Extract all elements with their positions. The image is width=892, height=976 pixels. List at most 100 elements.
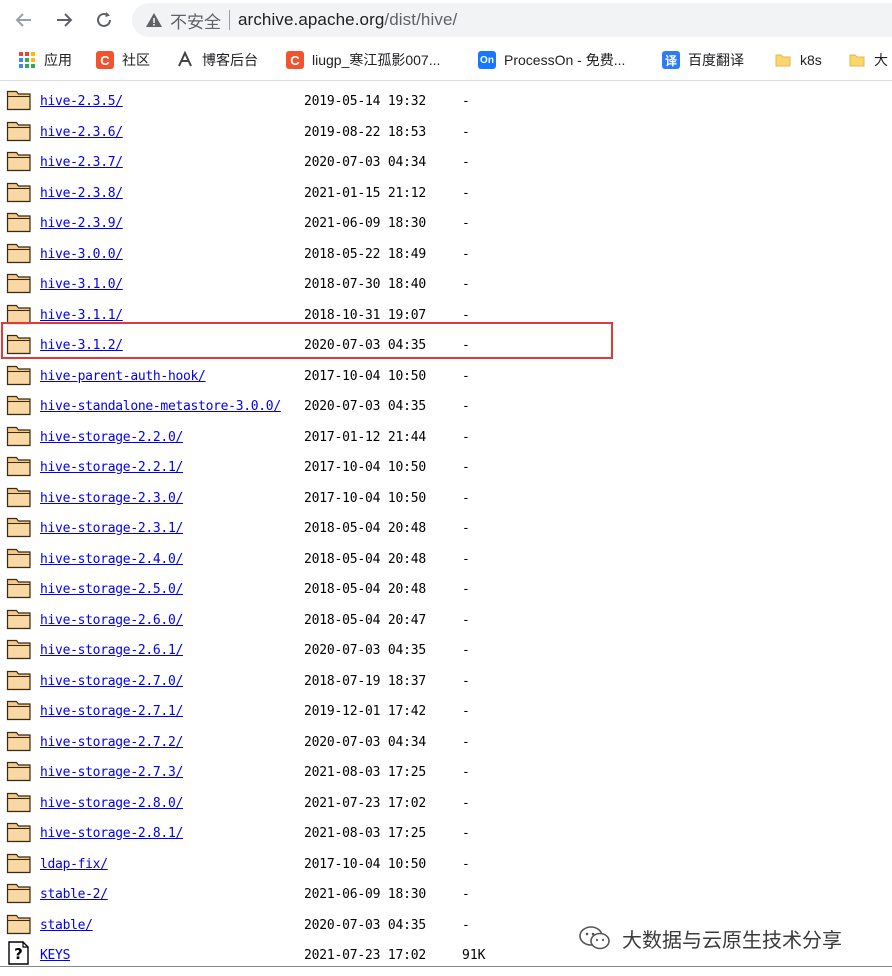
entry-size: -: [462, 368, 470, 384]
folder-icon: [6, 850, 32, 874]
entry-date: 2021-07-23 17:02: [304, 948, 427, 963]
entry-link[interactable]: KEYS: [40, 948, 70, 963]
bookmark-baidu-translate[interactable]: 译 百度翻译: [662, 40, 744, 80]
entry-date: 2018-07-19 18:37: [304, 673, 427, 689]
bookmark-processon[interactable]: On ProcessOn - 免费...: [478, 40, 625, 80]
baidu-translate-icon: 译: [662, 51, 680, 69]
entry-link[interactable]: hive-storage-2.7.0/: [40, 674, 183, 689]
table-row: hive-storage-2.7.0/2018-07-19 18:37 -: [0, 664, 892, 694]
entry-size: -: [462, 185, 470, 201]
entry-date: 2018-07-30 18:40: [304, 277, 427, 292]
entry-link[interactable]: hive-2.3.8/: [40, 186, 123, 201]
entry-link[interactable]: hive-3.0.0/: [40, 247, 123, 262]
entry-link[interactable]: stable-2/: [40, 887, 108, 902]
table-row: hive-storage-2.7.2/2020-07-03 04:34 -: [0, 725, 892, 755]
entry-link[interactable]: hive-2.3.9/: [40, 216, 123, 231]
entry-link[interactable]: hive-storage-2.6.0/: [40, 613, 183, 628]
entry-date: 2018-05-04 20:47: [304, 612, 427, 628]
folder-icon: [6, 789, 32, 813]
reload-button[interactable]: [90, 6, 118, 34]
entry-link[interactable]: hive-2.3.6/: [40, 125, 123, 140]
entry-link[interactable]: hive-storage-2.7.3/: [40, 765, 183, 780]
csdn-c-icon: C: [286, 51, 304, 69]
watermark: 大数据与云原生技术分享: [578, 922, 842, 954]
highlight-box: [1, 322, 613, 359]
table-row: hive-storage-2.8.0/2021-07-23 17:02 -: [0, 786, 892, 816]
bookmark-label: 应用: [44, 52, 72, 68]
entry-link[interactable]: hive-standalone-metastore-3.0.0/: [40, 399, 281, 414]
reload-icon: [97, 12, 111, 27]
table-row: hive-3.1.0/2018-07-30 18:40 -: [0, 267, 892, 297]
entry-size: -: [462, 765, 470, 780]
security-label[interactable]: 不安全: [170, 8, 221, 33]
entry-date: 2018-05-04 20:48: [304, 582, 427, 597]
url-text[interactable]: archive.apache.org/dist/hive/: [238, 10, 457, 30]
table-row: hive-storage-2.2.1/2017-10-04 10:50 -: [0, 450, 892, 480]
directory-listing: ? hive-2.3.5/2019-05-14 19:32-hive-2.3.6…: [0, 81, 892, 976]
entry-link[interactable]: hive-3.1.1/: [40, 308, 123, 323]
folder-icon: [6, 270, 32, 294]
entry-size: -: [462, 155, 470, 170]
entry-link[interactable]: hive-2.3.5/: [40, 94, 123, 109]
folder-icon: [6, 179, 32, 203]
table-row: hive-storage-2.3.0/2017-10-04 10:50 -: [0, 481, 892, 511]
bookmark-blog-admin[interactable]: 博客后台: [176, 40, 258, 80]
folder-icon: [6, 911, 32, 935]
warning-icon[interactable]: [144, 10, 164, 30]
bookmark-apps[interactable]: 应用: [18, 40, 72, 80]
bookmark-folder-more[interactable]: 大: [848, 40, 888, 80]
entry-link[interactable]: hive-storage-2.5.0/: [40, 582, 183, 597]
entry-link[interactable]: hive-storage-2.7.2/: [40, 735, 183, 750]
folder-icon: [6, 545, 32, 569]
entry-size: -: [462, 429, 470, 445]
entry-date: 2019-08-22 18:53: [304, 124, 427, 140]
entry-link[interactable]: hive-storage-2.3.0/: [40, 491, 183, 506]
url-host: archive.apache.org: [238, 10, 385, 29]
entry-link[interactable]: stable/: [40, 918, 93, 933]
entry-date: 2018-10-31 19:07: [304, 307, 427, 323]
bookmark-liugp[interactable]: C liugp_寒江孤影007...: [286, 40, 440, 80]
table-row: hive-3.0.0/2018-05-22 18:49 -: [0, 237, 892, 267]
entry-size: -: [462, 643, 470, 658]
entry-size: -: [462, 795, 470, 811]
entry-size: -: [462, 612, 470, 628]
bookmark-label: 百度翻译: [688, 52, 744, 68]
folder-icon: [6, 514, 32, 538]
entry-size: -: [462, 399, 470, 414]
entry-link[interactable]: hive-parent-auth-hook/: [40, 369, 206, 384]
apps-grid-icon: [18, 51, 36, 69]
entry-size: -: [462, 917, 470, 933]
entry-date: 2018-05-22 18:49: [304, 246, 427, 262]
entry-size: -: [462, 582, 470, 597]
entry-link[interactable]: hive-storage-2.8.0/: [40, 796, 183, 811]
table-row: stable-2/2021-06-09 18:30 -: [0, 877, 892, 907]
entry-link[interactable]: hive-storage-2.3.1/: [40, 521, 183, 536]
entry-link[interactable]: hive-storage-2.8.1/: [40, 826, 183, 841]
entry-date: 2021-07-23 17:02: [304, 795, 427, 811]
forward-arrow-icon: [57, 13, 73, 27]
entry-link[interactable]: hive-storage-2.4.0/: [40, 552, 183, 567]
entry-size: -: [462, 216, 470, 231]
folder-icon: [6, 240, 32, 264]
entry-link[interactable]: hive-storage-2.6.1/: [40, 643, 183, 658]
folder-icon: [6, 758, 32, 782]
folder-icon: [6, 423, 32, 447]
table-row: hive-storage-2.7.3/2021-08-03 17:25 -: [0, 755, 892, 785]
back-button[interactable]: [10, 6, 38, 34]
folder-icon: [6, 819, 32, 843]
bookmark-community[interactable]: C 社区: [96, 40, 150, 80]
entry-link[interactable]: hive-storage-2.2.1/: [40, 460, 183, 475]
folder-icon: [6, 209, 32, 233]
entry-link[interactable]: ldap-fix/: [40, 857, 108, 872]
entry-size: -: [462, 246, 470, 262]
address-bar[interactable]: 不安全 archive.apache.org/dist/hive/: [132, 3, 892, 37]
folder-icon: [6, 575, 32, 599]
forward-button[interactable]: [50, 6, 78, 34]
bookmark-k8s[interactable]: k8s: [774, 40, 822, 80]
bookmark-label: 社区: [122, 52, 150, 68]
entry-link[interactable]: hive-3.1.0/: [40, 277, 123, 292]
entry-link[interactable]: hive-storage-2.7.1/: [40, 704, 183, 719]
entry-link[interactable]: hive-storage-2.2.0/: [40, 430, 183, 445]
entry-link[interactable]: hive-2.3.7/: [40, 155, 123, 170]
url-path: /dist/hive/: [384, 10, 458, 29]
